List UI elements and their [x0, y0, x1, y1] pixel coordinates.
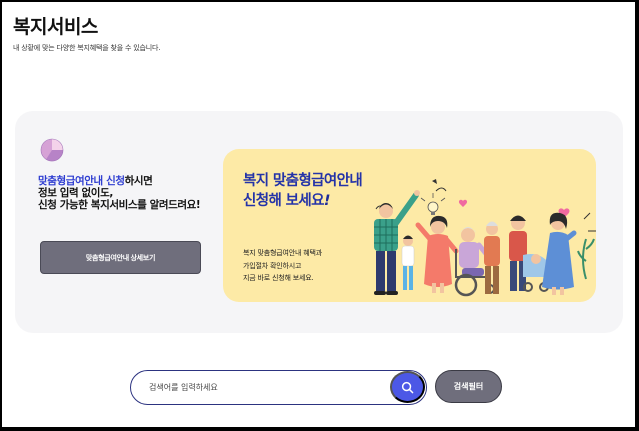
promo-text-3: 신청 가능한 복지서비스를 알려드려요!: [38, 199, 201, 211]
search-box: [130, 370, 427, 405]
banner-title: 복지 맞춤형급여안내 신청해 보세요!: [243, 171, 363, 211]
banner-title-line1: 복지 맞춤형급여안내: [243, 173, 363, 189]
banner-description: 복지 맞춤형급여안내 혜택과 가입절차 확인하시고 지금 바로 신청해 보세요.: [243, 247, 322, 285]
search-filter-button[interactable]: 검색필터: [435, 370, 502, 403]
promo-text-1: 하시면: [124, 175, 153, 187]
pie-chart-icon: [40, 138, 64, 162]
banner-title-mark: !: [323, 193, 331, 209]
banner-desc-line2: 가입절차 확인하시고: [243, 261, 302, 270]
banner-title-line2: 신청해 보세요: [243, 193, 324, 209]
banner-desc-line3: 지금 바로 신청해 보세요.: [243, 274, 314, 282]
promo-text-2: 정보 입력 없이도,: [38, 187, 113, 199]
promo-highlight: 맞춤형급여안내 신청: [38, 175, 125, 187]
search-icon: [401, 381, 414, 393]
family-illustration: [374, 179, 596, 297]
banner-desc-line1: 복지 맞춤형급여안내 혜택과: [243, 249, 322, 257]
promo-banner[interactable]: 복지 맞춤형급여안내 신청해 보세요! 복지 맞춤형급여안내 혜택과 가입절차 …: [223, 149, 596, 302]
search-input[interactable]: [149, 380, 379, 394]
promo-text: 맞춤형급여안내 신청하시면 정보 입력 없이도, 신청 가능한 복지서비스를 알…: [38, 175, 218, 211]
detail-button[interactable]: 맞춤형급여안내 상세보기: [40, 241, 201, 274]
page-title: 복지서비스: [13, 16, 98, 38]
search-button[interactable]: [390, 371, 425, 403]
page-subtitle: 내 상황에 맞는 다양한 복지혜택을 찾을 수 있습니다.: [13, 44, 161, 52]
